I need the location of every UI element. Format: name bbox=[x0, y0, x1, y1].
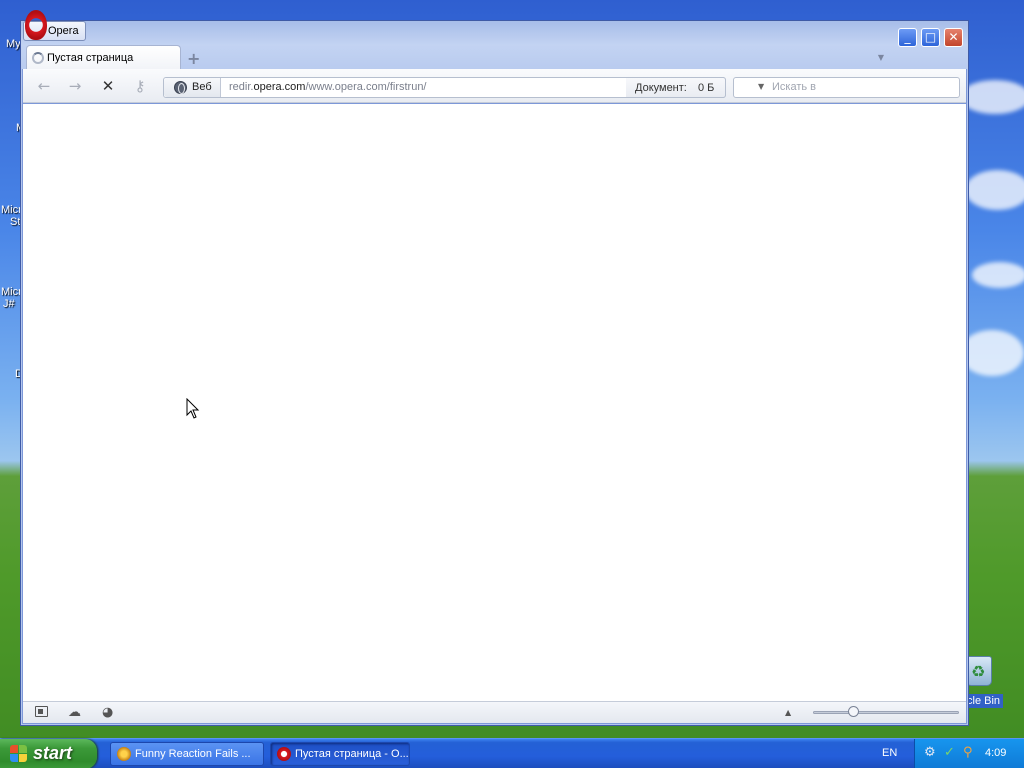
globe-icon bbox=[174, 81, 187, 94]
document-size-indicator: Документ: 0 Б bbox=[626, 77, 726, 98]
maximize-button[interactable]: □ bbox=[921, 28, 940, 47]
desktop-icon-label[interactable]: My bbox=[6, 38, 21, 50]
search-placeholder: Искать в bbox=[772, 81, 817, 93]
sky-cloud bbox=[960, 330, 1024, 376]
zoom-slider-thumb[interactable] bbox=[848, 706, 859, 717]
tab-title: Пустая страница bbox=[47, 52, 134, 64]
web-label: Веб bbox=[192, 81, 212, 93]
back-button[interactable]: ← bbox=[33, 77, 55, 95]
new-tab-button[interactable]: + bbox=[187, 49, 200, 68]
url-text[interactable]: redir.opera.com/www.opera.com/firstrun/ bbox=[229, 81, 427, 93]
document-label: Документ: bbox=[635, 82, 687, 94]
mouse-cursor-icon bbox=[186, 398, 200, 419]
media-player-icon bbox=[117, 747, 131, 761]
opera-logo-icon bbox=[25, 10, 47, 40]
desktop-icon-label[interactable]: Micr bbox=[1, 204, 22, 216]
taskbar: start Funny Reaction Fails ... Пустая ст… bbox=[0, 738, 1024, 768]
page-content[interactable] bbox=[23, 104, 966, 701]
sky-cloud bbox=[972, 262, 1024, 288]
zoom-menu-icon[interactable]: ▲ bbox=[785, 708, 791, 717]
recycle-bin-icon[interactable] bbox=[966, 656, 992, 686]
document-size: 0 Б bbox=[698, 82, 715, 94]
opera-menu-label: Opera bbox=[48, 25, 79, 37]
web-security-badge[interactable]: Веб bbox=[164, 78, 221, 97]
url-host: opera.com bbox=[253, 81, 306, 93]
taskbar-item-opera[interactable]: Пустая страница - O... bbox=[270, 742, 410, 766]
panel-toggle-icon[interactable] bbox=[35, 706, 48, 717]
tab-blank-page[interactable]: Пустая страница bbox=[26, 45, 181, 69]
opera-window: Opera Пустая страница + ▼ _ □ ✕ ← → ✕ ⚷ … bbox=[20, 10, 969, 726]
taskbar-item-funny-reaction[interactable]: Funny Reaction Fails ... bbox=[110, 742, 264, 766]
title-bar[interactable]: Opera Пустая страница + ▼ _ □ ✕ bbox=[21, 10, 968, 69]
desktop-icon-label[interactable]: J# bbox=[3, 298, 15, 310]
opera-unite-cloud-icon[interactable]: ☁ bbox=[68, 705, 81, 720]
taskbar-item-label: Funny Reaction Fails ... bbox=[135, 748, 251, 760]
security-shield-icon[interactable]: ✓ bbox=[944, 746, 958, 760]
turbo-speedometer-icon[interactable]: ◕ bbox=[102, 705, 113, 720]
recycle-bin-label[interactable]: cle Bin bbox=[964, 694, 1004, 708]
opera-icon bbox=[277, 747, 291, 761]
url-prefix: redir. bbox=[229, 81, 254, 93]
url-path: /www.opera.com/firstrun/ bbox=[305, 81, 427, 93]
zoom-slider[interactable] bbox=[813, 711, 959, 714]
search-icon[interactable]: ⚲ bbox=[963, 746, 977, 760]
tab-list-chevron-icon[interactable]: ▼ bbox=[878, 53, 884, 62]
start-button[interactable]: start bbox=[0, 739, 97, 768]
clock[interactable]: 4:09 bbox=[985, 747, 1006, 759]
minimize-icon: _ bbox=[904, 30, 911, 44]
stop-button[interactable]: ✕ bbox=[97, 77, 119, 95]
forward-button[interactable]: → bbox=[64, 77, 86, 95]
key-icon[interactable]: ⚷ bbox=[129, 77, 151, 95]
navigation-toolbar: ← → ✕ ⚷ Веб redir.opera.com/www.opera.co… bbox=[23, 69, 966, 103]
search-engine-dropdown-icon[interactable]: ▼ bbox=[758, 82, 764, 91]
windows-logo-icon bbox=[10, 745, 28, 763]
sky-cloud bbox=[960, 80, 1024, 114]
search-field[interactable]: ▼ Искать в bbox=[733, 77, 960, 98]
network-icon[interactable]: ⚙ bbox=[924, 746, 938, 760]
start-label: start bbox=[33, 743, 73, 763]
maximize-icon: □ bbox=[924, 30, 937, 44]
taskbar-item-label: Пустая страница - O... bbox=[295, 748, 409, 760]
sky-cloud bbox=[965, 170, 1024, 210]
close-button[interactable]: ✕ bbox=[944, 28, 963, 47]
status-bar: ☁ ◕ ▲ bbox=[23, 701, 966, 723]
minimize-button[interactable]: _ bbox=[898, 28, 917, 47]
language-indicator[interactable]: EN bbox=[882, 747, 897, 759]
desktop-icon-label[interactable]: Micr bbox=[1, 286, 22, 298]
opera-menu-button[interactable]: Opera bbox=[23, 10, 86, 41]
system-tray: ⚙ ✓ ⚲ 4:09 bbox=[914, 739, 1024, 768]
desktop-icon-label[interactable]: St bbox=[10, 216, 20, 228]
close-icon: ✕ bbox=[948, 30, 959, 44]
loading-spinner-icon bbox=[32, 52, 44, 64]
